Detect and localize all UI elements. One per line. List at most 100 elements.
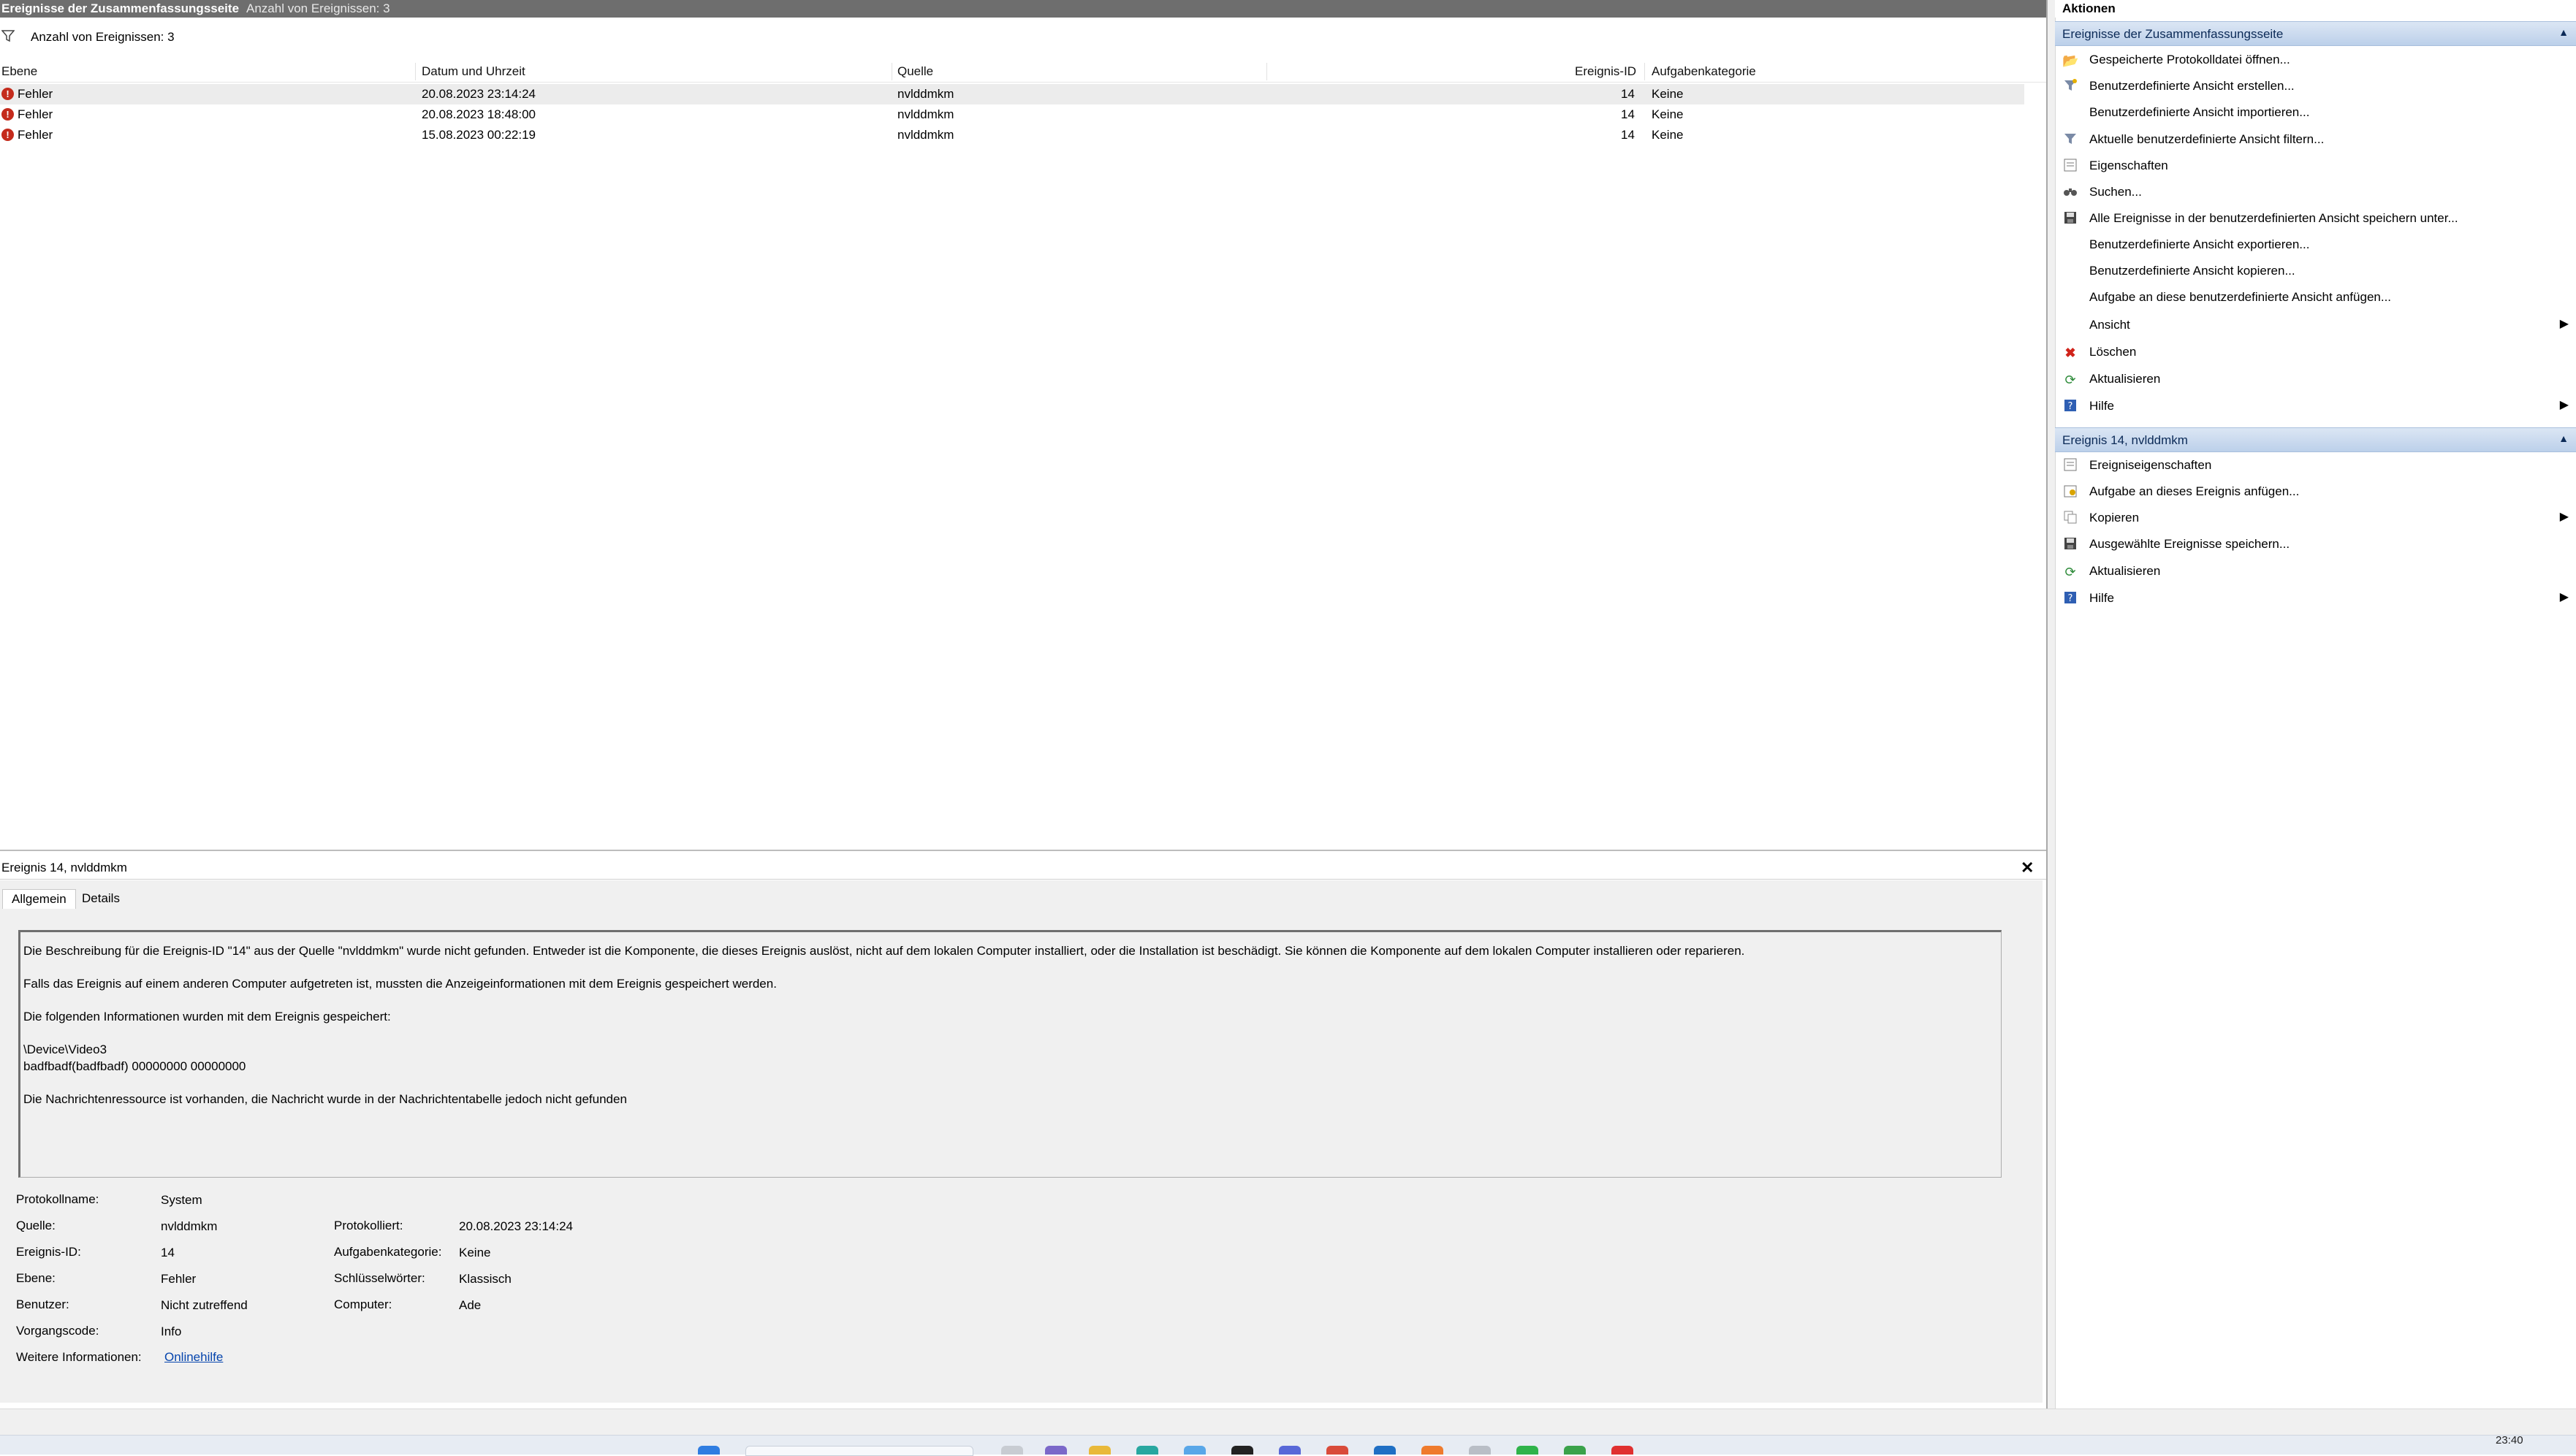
edge-icon[interactable] (1136, 1446, 1158, 1455)
description-line: \Device\Video3 (23, 1043, 107, 1056)
tab-details[interactable]: Details (73, 889, 129, 908)
pane-splitter[interactable] (0, 850, 2046, 851)
app-icon[interactable] (1469, 1446, 1491, 1455)
action-help-submenu[interactable]: ? Hilfe ▶ (2055, 394, 2576, 419)
taskbar-clock[interactable]: 23:40 (2496, 1434, 2523, 1447)
app-icon[interactable] (1516, 1446, 1538, 1455)
action-copy-submenu[interactable]: Kopieren ▶ (2055, 506, 2576, 530)
column-separator[interactable] (1644, 63, 1645, 80)
task-icon (2062, 484, 2078, 500)
event-id-value: 14 (161, 1246, 175, 1259)
action-view-submenu[interactable]: Ansicht ▶ (2055, 313, 2576, 338)
row-datetime: 20.08.2023 18:48:00 (422, 107, 536, 121)
search-box[interactable] (745, 1446, 973, 1456)
event-list-header: Ebene Datum und Uhrzeit Quelle Ereignis-… (0, 60, 2046, 83)
action-save-all-events[interactable]: Alle Ereignisse in der benutzerdefiniert… (2055, 206, 2576, 231)
error-icon: ! (1, 88, 14, 100)
column-header-task-category[interactable]: Aufgabenkategorie (1652, 64, 1756, 80)
event-description[interactable]: Die Beschreibung für die Ereignis-ID "14… (18, 930, 2002, 1178)
events-header-title: Ereignisse der Zusammenfassungsseite (1, 1, 240, 15)
description-line: Die Beschreibung für die Ereignis-ID "14… (23, 944, 1745, 958)
column-header-datetime[interactable]: Datum und Uhrzeit (422, 64, 525, 80)
action-properties[interactable]: Eigenschaften (2055, 153, 2576, 178)
action-export-custom-view[interactable]: Benutzerdefinierte Ansicht exportieren..… (2055, 232, 2576, 257)
app-icon[interactable] (1184, 1446, 1206, 1455)
help-icon: ? (2062, 591, 2078, 607)
keywords-label: Schlüsselwörter: (334, 1271, 425, 1285)
opcode-value: Info (161, 1324, 182, 1338)
level-value: Fehler (161, 1272, 197, 1286)
events-header-bar: Ereignisse der Zusammenfassungsseite Anz… (0, 0, 2046, 18)
steam-icon[interactable] (1374, 1446, 1396, 1455)
action-refresh-event[interactable]: ⟳ Aktualisieren (2055, 559, 2576, 584)
app-icon[interactable] (1611, 1446, 1633, 1455)
opcode-label: Vorgangscode: (16, 1324, 99, 1338)
action-attach-task-to-view[interactable]: Aufgabe an diese benutzerdefinierte Ansi… (2055, 285, 2576, 310)
start-icon[interactable] (698, 1446, 720, 1455)
action-search[interactable]: Suchen... (2055, 180, 2576, 205)
column-separator[interactable] (415, 63, 416, 80)
action-delete[interactable]: ✖ Löschen (2055, 340, 2576, 365)
row-source: nvlddmkm (897, 107, 954, 121)
tab-general[interactable]: Allgemein (2, 889, 76, 909)
actions-section-header[interactable]: Ereignis 14, nvlddmkm ▲ (2055, 427, 2576, 452)
computer-value: Ade (459, 1298, 482, 1312)
column-separator[interactable] (1266, 63, 1267, 80)
close-icon[interactable]: ✕ (2021, 858, 2034, 877)
action-help-event-submenu[interactable]: ? Hilfe ▶ (2055, 586, 2576, 611)
row-datetime: 20.08.2023 23:14:24 (422, 87, 536, 101)
computer-label: Computer: (334, 1297, 392, 1311)
action-event-properties[interactable]: Ereigniseigenschaften (2055, 453, 2576, 478)
events-header-count: Anzahl von Ereignissen: 3 (246, 1, 390, 15)
event-properties-icon (2062, 458, 2078, 474)
funnel-icon (2062, 132, 2078, 148)
row-level: Fehler (18, 87, 53, 101)
discord-icon[interactable] (1279, 1446, 1301, 1455)
action-filter-custom-view[interactable]: Aktuelle benutzerdefinierte Ansicht filt… (2055, 127, 2576, 152)
taskbar: 23:40 (0, 1434, 2576, 1456)
task-category-label: Aufgabenkategorie: (334, 1245, 442, 1259)
row-datetime: 15.08.2023 00:22:19 (422, 128, 536, 142)
action-copy-custom-view[interactable]: Benutzerdefinierte Ansicht kopieren... (2055, 259, 2576, 283)
actions-title-text: Aktionen (2062, 1, 2116, 15)
status-bar (0, 1409, 2576, 1436)
app-icon[interactable] (1421, 1446, 1443, 1455)
collapse-arrow-icon[interactable]: ▲ (2558, 26, 2569, 38)
online-help-link[interactable]: Onlinehilfe (164, 1350, 223, 1365)
table-row[interactable]: ! Fehler 20.08.2023 18:48:00 nvlddmkm 14… (0, 104, 2024, 125)
column-header-event-id[interactable]: Ereignis-ID (1575, 64, 1636, 80)
actions-pane-title: Aktionen (2055, 0, 2576, 18)
filter-bar: Anzahl von Ereignissen: 3 (0, 22, 2046, 51)
app-icon[interactable] (1564, 1446, 1586, 1455)
user-value: Nicht zutreffend (161, 1298, 248, 1312)
table-row[interactable]: ! Fehler 15.08.2023 00:22:19 nvlddmkm 14… (0, 125, 2024, 145)
funnel-icon[interactable] (1, 29, 15, 46)
collapse-arrow-icon[interactable]: ▲ (2558, 432, 2569, 444)
action-attach-task-to-event[interactable]: Aufgabe an dieses Ereignis anfügen... (2055, 479, 2576, 504)
filter-count-label: Anzahl von Ereignissen: 3 (31, 30, 175, 44)
file-explorer-icon[interactable] (1089, 1446, 1111, 1455)
section-title: Ereignis 14, nvlddmkm (2062, 433, 2188, 447)
funnel-new-icon (2062, 79, 2078, 95)
column-header-source[interactable]: Quelle (897, 64, 933, 80)
action-save-selected-events[interactable]: Ausgewählte Ereignisse speichern... (2055, 532, 2576, 557)
table-row[interactable]: ! Fehler 20.08.2023 23:14:24 nvlddmkm 14… (0, 84, 2024, 104)
submenu-arrow-icon: ▶ (2559, 318, 2569, 330)
app-icon[interactable] (1045, 1446, 1067, 1455)
submenu-arrow-icon: ▶ (2559, 399, 2569, 411)
action-open-saved-log[interactable]: 📂 Gespeicherte Protokolldatei öffnen... (2055, 47, 2576, 72)
row-level: Fehler (18, 128, 53, 142)
action-create-custom-view[interactable]: Benutzerdefinierte Ansicht erstellen... (2055, 74, 2576, 99)
submenu-arrow-icon: ▶ (2559, 591, 2569, 603)
action-import-custom-view[interactable]: Benutzerdefinierte Ansicht importieren..… (2055, 100, 2576, 125)
app-icon[interactable] (1326, 1446, 1348, 1455)
task-view-icon[interactable] (1001, 1446, 1023, 1455)
row-task-category: Keine (1652, 107, 1684, 121)
more-info-label: Weitere Informationen: (16, 1350, 142, 1364)
action-refresh[interactable]: ⟳ Aktualisieren (2055, 367, 2576, 392)
app-icon[interactable] (1231, 1446, 1253, 1455)
row-source: nvlddmkm (897, 87, 954, 101)
error-icon: ! (1, 108, 14, 121)
actions-section-header[interactable]: Ereignisse der Zusammenfassungsseite ▲ (2055, 21, 2576, 46)
column-header-level[interactable]: Ebene (1, 64, 37, 80)
